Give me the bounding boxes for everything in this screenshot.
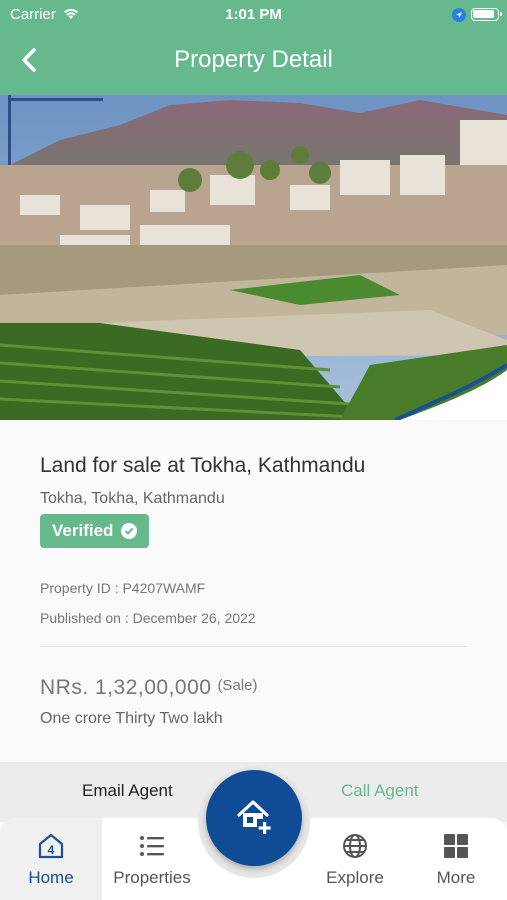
email-agent-button[interactable]: Email Agent (82, 781, 173, 801)
status-bar: Carrier 1:01 PM (0, 0, 507, 30)
price: NRs. 1,32,00,000 (40, 676, 212, 699)
price-type: (Sale) (217, 677, 258, 694)
tab-properties[interactable]: Properties (102, 818, 202, 900)
house-plus-icon (237, 800, 271, 834)
price-in-words: One crore Thirty Two lakh (40, 710, 223, 727)
call-agent-button[interactable]: Call Agent (341, 781, 419, 801)
verified-label: Verified (52, 521, 114, 540)
tab-label: Home (28, 868, 74, 887)
clock: 1:01 PM (225, 6, 282, 23)
home-4-icon: 4 (38, 833, 64, 859)
tab-explore[interactable]: Explore (305, 818, 405, 900)
price-row: NRs. 1,32,00,000 (Sale) (40, 676, 257, 700)
published-date: Published on : December 26, 2022 (40, 610, 256, 626)
location-arrow-icon (452, 8, 466, 22)
globe-icon (343, 834, 367, 858)
tab-label: More (436, 868, 476, 887)
tab-label: Explore (326, 868, 384, 887)
property-address: Tokha, Tokha, Kathmandu (40, 490, 225, 507)
property-photo (0, 95, 507, 420)
property-details: Land for sale at Tokha, Kathmandu Tokha,… (0, 420, 507, 765)
property-title: Land for sale at Tokha, Kathmandu (40, 454, 366, 477)
property-id: Property ID : P4207WAMF (40, 580, 206, 596)
verified-badge: Verified (40, 514, 150, 548)
check-circle-icon (121, 523, 138, 539)
divider (40, 646, 467, 647)
header: Carrier 1:01 PM Property Detail (0, 0, 507, 95)
battery-icon (471, 8, 502, 21)
tab-label: Properties (113, 868, 191, 887)
add-property-button[interactable] (206, 770, 302, 866)
tab-more[interactable]: More (405, 818, 507, 900)
svg-text:4: 4 (48, 843, 55, 857)
grid-icon (444, 834, 468, 858)
tab-home[interactable]: 4 Home (0, 818, 102, 900)
list-icon (140, 836, 164, 856)
page-title: Property Detail (174, 46, 333, 73)
